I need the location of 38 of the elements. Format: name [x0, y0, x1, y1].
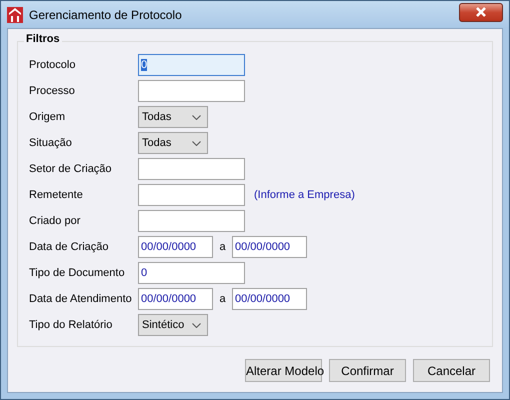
dialog-button[interactable]: Alterar Modelo: [245, 359, 322, 382]
chevron-down-icon: [192, 114, 201, 120]
chevron-down-icon: [192, 140, 201, 146]
dialog-button[interactable]: Cancelar: [413, 359, 490, 382]
close-icon: [475, 7, 487, 17]
app-logo-icon: [7, 6, 23, 22]
input-field[interactable]: [138, 158, 245, 180]
field-label: Origem: [29, 111, 66, 123]
close-button[interactable]: [459, 2, 503, 22]
field-label: Setor de Criação: [29, 163, 113, 175]
input-field[interactable]: [138, 210, 245, 232]
field-label: Tipo do Relatório: [29, 319, 114, 331]
range-separator: a: [218, 241, 227, 253]
field-label: Protocolo: [29, 59, 76, 71]
chevron-down-icon: [192, 322, 201, 328]
field-label: Data de Criação: [29, 241, 110, 253]
dialog-button[interactable]: Confirmar: [329, 359, 406, 382]
field-label: Criado por: [29, 215, 82, 227]
window-title: Gerenciamento de Protocolo: [29, 8, 183, 22]
hint-text: (Informe a Empresa): [254, 189, 355, 201]
input-field[interactable]: 0: [138, 262, 245, 284]
input-field[interactable]: [138, 184, 245, 206]
date-field[interactable]: 00/00/0000: [138, 288, 213, 310]
date-field[interactable]: 00/00/0000: [138, 236, 213, 258]
field-label: Remetente: [29, 189, 84, 201]
range-separator: a: [218, 293, 227, 305]
input-field[interactable]: [138, 80, 245, 102]
field-label: Data de Atendimento: [29, 293, 133, 305]
date-field[interactable]: 00/00/0000: [232, 236, 307, 258]
group-title: Filtros: [24, 33, 62, 45]
field-label: Situação: [29, 137, 73, 149]
dropdown[interactable]: Sintético: [138, 314, 208, 336]
date-field[interactable]: 00/00/0000: [232, 288, 307, 310]
input-field[interactable]: 0: [138, 54, 245, 76]
field-label: Tipo de Documento: [29, 267, 126, 279]
dropdown[interactable]: Todas: [138, 132, 208, 154]
field-label: Processo: [29, 85, 76, 97]
dropdown[interactable]: Todas: [138, 106, 208, 128]
